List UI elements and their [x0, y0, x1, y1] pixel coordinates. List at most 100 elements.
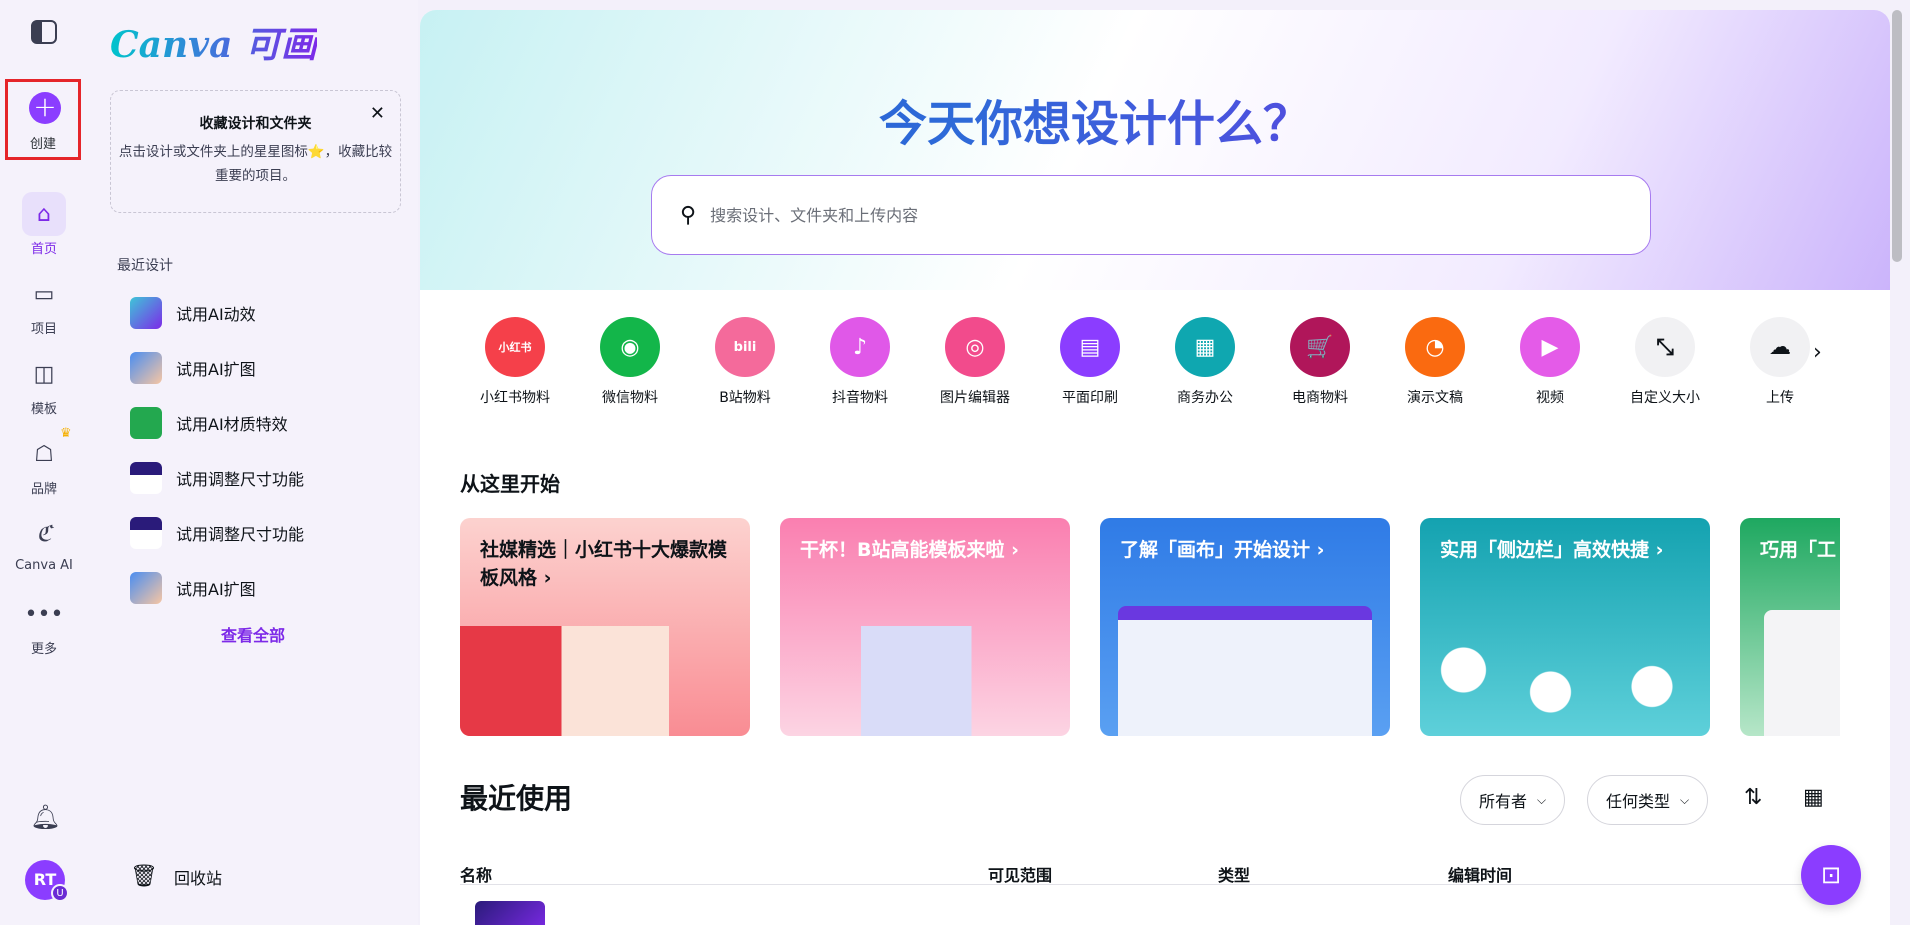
category-wechat[interactable]: ◉ 微信物料 [575, 317, 685, 407]
recent-design-label: 试用AI扩图 [176, 360, 256, 379]
category-photo-editor[interactable]: ◎ 图片编辑器 [920, 317, 1030, 407]
video-icon: ▶ [1520, 317, 1580, 377]
assistant-bot-button[interactable]: ⊡ [1801, 845, 1861, 905]
category-presentation[interactable]: ◔ 演示文稿 [1380, 317, 1490, 407]
hero-banner: 今天你想设计什么？ ⚲ [420, 10, 1890, 290]
design-thumbnail [130, 407, 162, 439]
recent-design-label: 试用AI动效 [176, 305, 256, 324]
recent-design-item[interactable]: 试用调整尺寸功能 [130, 517, 304, 549]
rail-item-label: 更多 [30, 642, 57, 657]
category-bilibili[interactable]: bili B站物料 [690, 317, 800, 407]
sort-icon[interactable]: ⇅ [1744, 785, 1762, 810]
rail-item-brand[interactable]: ♛ ☖ 品牌 [4, 426, 84, 497]
rail-item-home[interactable]: ⌂ 首页 [4, 192, 84, 257]
rail-item-projects[interactable]: ▭ 项目 [4, 272, 84, 338]
create-button[interactable]: + 创建 [5, 79, 81, 160]
column-edited[interactable]: 编辑时间 [1448, 862, 1512, 886]
card-title: 干杯！B站高能模板来啦 › [800, 539, 1019, 561]
category-xiaohongshu[interactable]: 小红书 小红书物料 [460, 317, 570, 407]
canva-logo[interactable]: Canva 可画 [110, 16, 317, 68]
card-illustration [1764, 610, 1840, 736]
column-visibility[interactable]: 可见范围 [988, 862, 1052, 886]
rail-item-label: Canva AI [15, 558, 73, 573]
owner-filter[interactable]: 所有者 ⌵ [1460, 775, 1566, 825]
rail-item-label: 首页 [30, 242, 57, 257]
chevron-down-icon: ⌵ [1537, 792, 1547, 807]
bell-icon[interactable]: 🔔︎ [30, 803, 60, 831]
design-thumbnail [130, 572, 162, 604]
category-label: 视频 [1536, 390, 1564, 406]
owner-filter-label: 所有者 [1479, 792, 1528, 811]
close-icon[interactable]: ✕ [370, 103, 385, 124]
start-card[interactable]: 了解「画布」开始设计 › [1100, 518, 1390, 736]
category-label: 上传 [1766, 390, 1794, 406]
view-all-link[interactable]: 查看全部 [88, 622, 418, 646]
card-illustration [460, 626, 750, 736]
design-thumbnail [130, 297, 162, 329]
start-card[interactable]: 实用「侧边栏」高效快捷 › [1420, 518, 1710, 736]
main-content: 今天你想设计什么？ ⚲ 小红书 小红书物料 ◉ 微信物料 bili B站物料 ♪… [420, 10, 1890, 925]
create-label: 创建 [29, 137, 56, 152]
category-label: 图片编辑器 [940, 390, 1010, 406]
rail-item-more[interactable]: ••• 更多 [4, 592, 84, 658]
trash-icon: 🗑︎ [130, 864, 158, 889]
category-ecommerce[interactable]: 🛒 电商物料 [1265, 317, 1375, 407]
recent-design-label: 试用调整尺寸功能 [176, 470, 305, 489]
building-icon: ▦ [1175, 317, 1235, 377]
category-business[interactable]: ▦ 商务办公 [1150, 317, 1260, 407]
recent-design-item[interactable]: 试用AI动效 [130, 297, 256, 329]
recent-heading: 最近使用 [460, 782, 573, 815]
category-label: 平面印刷 [1062, 390, 1118, 406]
category-douyin[interactable]: ♪ 抖音物料 [805, 317, 915, 407]
card-title: 社媒精选｜小红书十大爆款模板风格 › [480, 539, 728, 589]
resize-icon: ⤡ [1635, 317, 1695, 377]
recent-design-item[interactable]: 试用AI材质特效 [130, 407, 288, 439]
cart-icon: 🛒 [1290, 317, 1350, 377]
category-label: 微信物料 [602, 390, 658, 406]
category-label: 演示文稿 [1407, 390, 1463, 406]
card-title: 实用「侧边栏」高效快捷 › [1440, 539, 1664, 561]
sidebar-toggle-icon[interactable] [31, 20, 57, 44]
card-illustration [1420, 626, 1710, 736]
avatar-badge: U [51, 884, 69, 902]
camera-icon: ◎ [945, 317, 1005, 377]
folder-icon: ▭ [33, 281, 55, 307]
start-card[interactable]: 巧用「工 [1740, 518, 1840, 736]
trash-button[interactable]: 🗑︎ 回收站 [130, 864, 222, 889]
category-shortcuts: 小红书 小红书物料 ◉ 微信物料 bili B站物料 ♪ 抖音物料 ◎ 图片编辑… [460, 317, 1880, 407]
category-video[interactable]: ▶ 视频 [1495, 317, 1605, 407]
recent-design-item[interactable]: 试用AI扩图 [130, 352, 256, 384]
design-thumbnail [130, 352, 162, 384]
chevron-down-icon: ⌵ [1680, 792, 1690, 807]
plus-icon: + [29, 92, 61, 124]
recent-design-item[interactable]: 试用调整尺寸功能 [130, 462, 304, 494]
bilibili-icon: bili [715, 317, 775, 377]
type-filter[interactable]: 任何类型 ⌵ [1587, 775, 1709, 825]
rail-item-templates[interactable]: ◫ 模板 [4, 352, 84, 418]
scrollbar[interactable] [1892, 10, 1902, 262]
card-title: 了解「画布」开始设计 › [1120, 539, 1325, 561]
category-label: 抖音物料 [832, 390, 888, 406]
search-input[interactable] [710, 205, 1511, 225]
start-card[interactable]: 社媒精选｜小红书十大爆款模板风格 › [460, 518, 750, 736]
column-type[interactable]: 类型 [1218, 862, 1250, 886]
start-cards: 社媒精选｜小红书十大爆款模板风格 › 干杯！B站高能模板来啦 › 了解「画布」开… [460, 518, 1840, 736]
column-name[interactable]: 名称 [460, 862, 492, 886]
card-illustration [780, 626, 1070, 736]
search-bar[interactable]: ⚲ [651, 175, 1651, 255]
category-custom-size[interactable]: ⤡ 自定义大小 [1610, 317, 1720, 407]
recent-design-item[interactable]: 试用AI扩图 [130, 572, 256, 604]
start-card[interactable]: 干杯！B站高能模板来啦 › [780, 518, 1070, 736]
category-print[interactable]: ▤ 平面印刷 [1035, 317, 1145, 407]
presentation-icon: ◔ [1405, 317, 1465, 377]
start-heading: 从这里开始 [460, 472, 560, 496]
printer-icon: ▤ [1060, 317, 1120, 377]
rail-item-canva-ai[interactable]: ℭ Canva AI [4, 512, 84, 574]
rail-item-label: 品牌 [30, 482, 57, 497]
chevron-right-icon[interactable]: › [1813, 340, 1822, 365]
design-thumbnail[interactable] [475, 901, 545, 925]
grid-view-icon[interactable]: ▦ [1803, 785, 1824, 810]
xiaohongshu-icon: 小红书 [485, 317, 545, 377]
recent-design-label: 试用AI材质特效 [176, 415, 288, 434]
rail-item-label: 模板 [30, 402, 57, 417]
